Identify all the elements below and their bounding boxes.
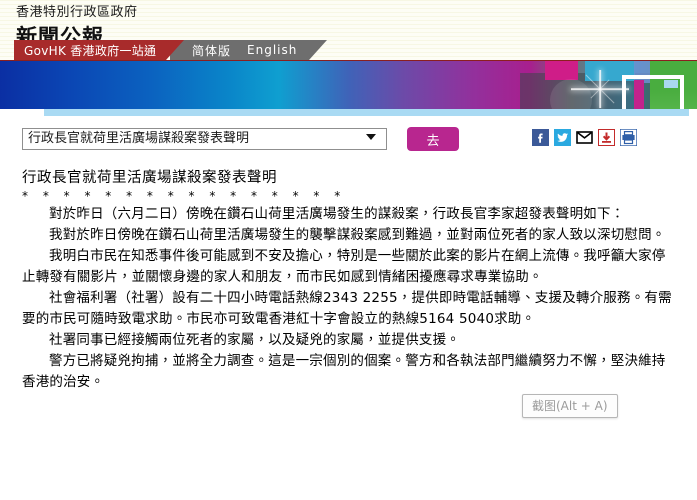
tab-govhk-label: GovHK 香港政府一站通 bbox=[24, 43, 157, 58]
government-name: 香港特別行政區政府 bbox=[16, 5, 138, 20]
print-icon[interactable] bbox=[620, 129, 637, 146]
share-icon-group bbox=[532, 129, 637, 146]
decorative-color-banner bbox=[0, 60, 697, 109]
download-icon[interactable] bbox=[598, 129, 615, 146]
facebook-share-icon[interactable] bbox=[532, 129, 549, 146]
article-paragraph: 警方已將疑兇拘捕，並將全力調查。這是一宗個別的個案。警方和各執法部門繼續努力不懈… bbox=[22, 353, 666, 390]
go-button[interactable]: 去 bbox=[407, 127, 459, 151]
tab-simplified-chinese[interactable]: 简体版 bbox=[192, 42, 231, 59]
article-paragraph: 對於昨日（六月二日）傍晚在鑽石山荷里活廣場發生的謀殺案，行政長官李家超發表聲明如… bbox=[49, 206, 625, 222]
tab-english[interactable]: English bbox=[247, 43, 297, 57]
language-tab-group: 简体版 English bbox=[170, 40, 328, 60]
story-control-row: 行政長官就荷里活廣場謀殺案發表聲明 去 bbox=[0, 122, 697, 160]
story-select[interactable]: 行政長官就荷里活廣場謀殺案發表聲明 bbox=[22, 128, 387, 150]
article-paragraph: 我對於昨日傍晚在鑽石山荷里活廣場發生的襲擊謀殺案感到難過，並對兩位死者的家人致以… bbox=[49, 227, 666, 243]
article-paragraph: 社會福利署（社署）設有二十四小時電話熱線2343 2255，提供即時電話輔導、支… bbox=[22, 290, 672, 327]
tab-govhk[interactable]: GovHK 香港政府一站通 bbox=[14, 40, 185, 60]
banner-bottom-strip bbox=[44, 109, 689, 116]
site-header: 香港特別行政區政府 新聞公報 GovHK 香港政府一站通 简体版 English bbox=[0, 0, 697, 60]
article-title: 行政長官就荷里活廣場謀殺案發表聲明 bbox=[22, 170, 277, 186]
article-body: 行政長官就荷里活廣場謀殺案發表聲明 * * * * * * * * * * * … bbox=[0, 160, 697, 393]
article-paragraph: 我明白市民在知悉事件後可能感到不安及擔心，特別是一些關於此案的影片在網上流傳。我… bbox=[22, 248, 666, 285]
screenshot-tooltip[interactable]: 截图(Alt + A) bbox=[522, 394, 618, 418]
asterisk-divider: * * * * * * * * * * * * * * * * bbox=[22, 189, 346, 203]
twitter-share-icon[interactable] bbox=[554, 129, 571, 146]
banner-starburst-icon bbox=[570, 69, 630, 109]
email-share-icon[interactable] bbox=[576, 129, 593, 146]
banner-white-frame bbox=[622, 75, 684, 109]
article-paragraph: 社署同事已經接觸兩位死者的家屬，以及疑兇的家屬，並提供支援。 bbox=[49, 332, 460, 348]
nav-tab-strip: GovHK 香港政府一站通 简体版 English bbox=[0, 40, 697, 60]
